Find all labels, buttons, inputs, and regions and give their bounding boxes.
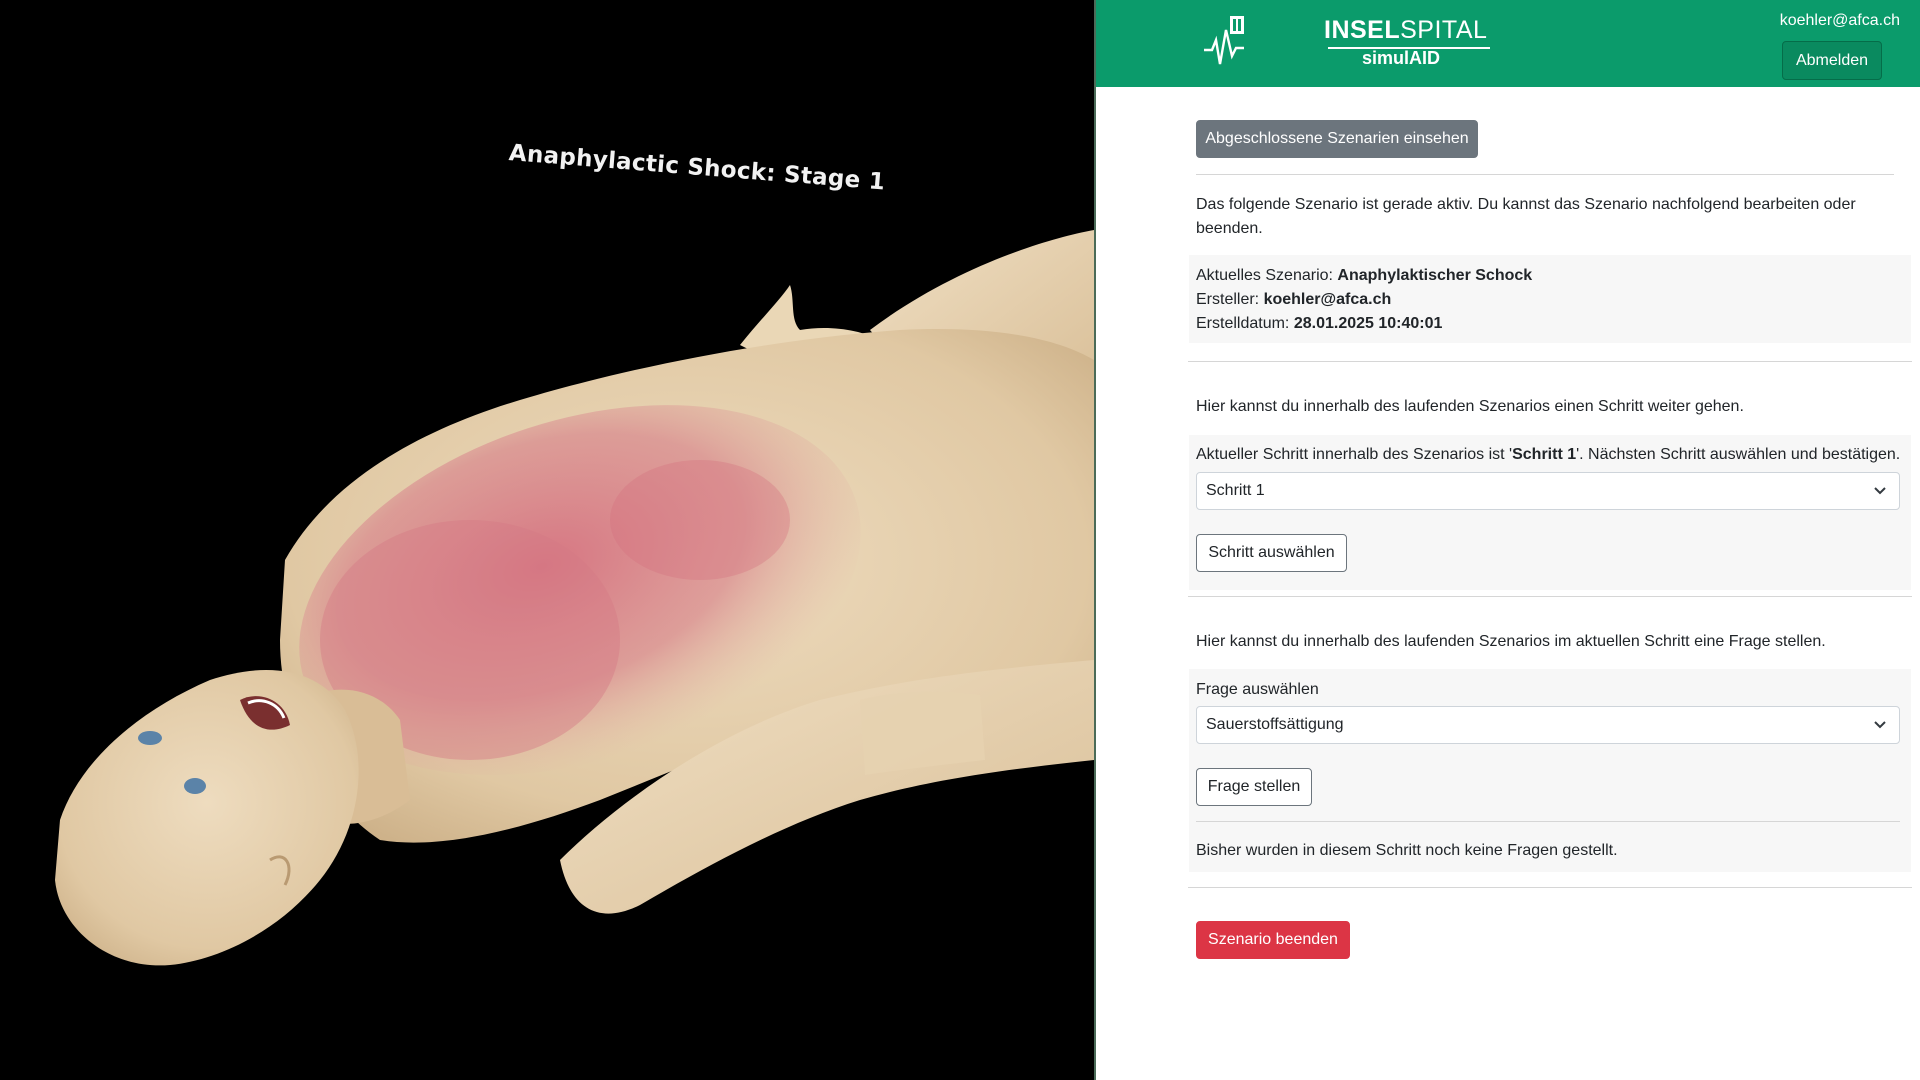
current-scenario: Aktuelles Szenario: Anaphylaktischer Sch…	[1196, 267, 1533, 284]
step-box: Aktueller Schritt innerhalb des Szenario…	[1189, 435, 1911, 590]
divider	[1188, 361, 1912, 362]
chevron-down-icon	[1874, 487, 1886, 495]
control-panel: INSELSPITAL simulAID koehler@afca.ch Abm…	[1094, 0, 1920, 1080]
chevron-down-icon	[1874, 721, 1886, 729]
3d-viewport[interactable]: Anaphylactic Shock: Stage 1	[0, 0, 1094, 1080]
no-questions-text: Bisher wurden in diesem Schritt noch kei…	[1196, 842, 1618, 859]
scenario-intro-text: Das folgende Szenario ist gerade aktiv. …	[1196, 196, 1856, 237]
scenario-created-date: Erstelldatum: 28.01.2025 10:40:01	[1196, 315, 1443, 332]
divider	[1196, 174, 1894, 175]
logout-button[interactable]: Abmelden	[1782, 41, 1882, 80]
divider	[1196, 821, 1900, 822]
scenario-info-box: Aktuelles Szenario: Anaphylaktischer Sch…	[1189, 255, 1911, 343]
ask-question-button[interactable]: Frage stellen	[1196, 768, 1312, 806]
divider	[1188, 887, 1912, 888]
step-select-value: Schritt 1	[1206, 482, 1265, 499]
select-step-button[interactable]: Schritt auswählen	[1196, 534, 1347, 572]
step-intro-text: Hier kannst du innerhalb des laufenden S…	[1196, 398, 1744, 415]
scenario-creator: Ersteller: koehler@afca.ch	[1196, 291, 1392, 308]
current-step-text: Aktueller Schritt innerhalb des Szenario…	[1196, 446, 1901, 463]
user-email: koehler@afca.ch	[1779, 12, 1900, 29]
question-intro-text: Hier kannst du innerhalb des laufenden S…	[1196, 633, 1826, 650]
divider	[1188, 596, 1912, 597]
question-select[interactable]: Sauerstoffsättigung	[1196, 706, 1900, 744]
brand-name: INSELSPITAL	[1324, 16, 1488, 44]
end-scenario-button[interactable]: Szenario beenden	[1196, 921, 1350, 959]
view-completed-scenarios-button[interactable]: Abgeschlossene Szenarien einsehen	[1196, 120, 1478, 158]
question-box: Frage auswählen Sauerstoffsättigung Frag…	[1189, 669, 1911, 872]
question-select-label: Frage auswählen	[1196, 681, 1319, 698]
navbar: INSELSPITAL simulAID koehler@afca.ch Abm…	[1096, 0, 1920, 87]
brand-sub: simulAID	[1362, 48, 1441, 68]
step-select[interactable]: Schritt 1	[1196, 472, 1900, 510]
question-select-value: Sauerstoffsättigung	[1206, 716, 1344, 733]
